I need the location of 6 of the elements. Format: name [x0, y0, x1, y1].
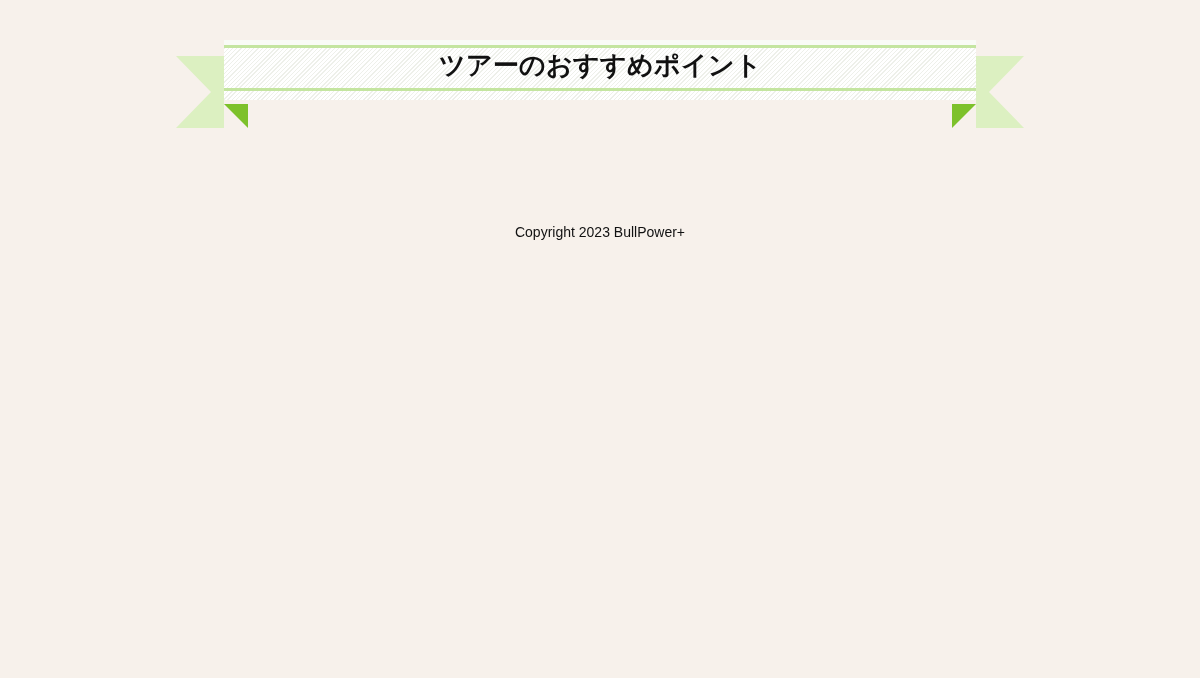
ribbon-tail [976, 56, 1024, 128]
ribbon-fold [224, 104, 248, 128]
section-heading: ツアーのおすすめポイント [438, 50, 762, 80]
ribbon-tail [176, 56, 224, 128]
ribbon-fold [952, 104, 976, 128]
copyright-text: Copyright 2023 BullPower+ [514, 223, 685, 242]
